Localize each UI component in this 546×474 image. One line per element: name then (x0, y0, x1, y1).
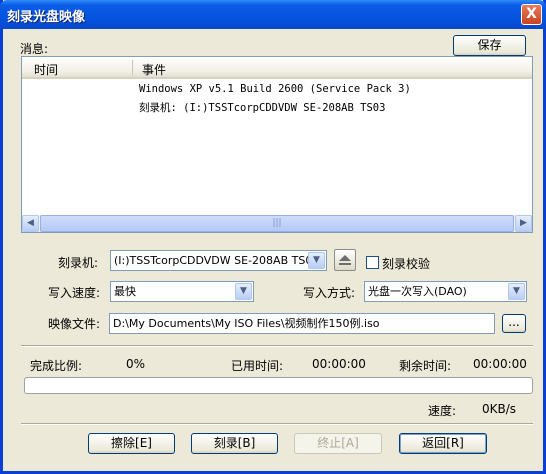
scroll-left-icon[interactable]: ◀ (22, 215, 39, 232)
separator (21, 423, 533, 425)
remaining-value: 00:00:00 (473, 357, 527, 371)
burn-image-dialog: 刻录光盘映像 X 消息: 保存 时间 事件 Windows XP v5.1 Bu… (0, 0, 546, 474)
speed-select[interactable]: 最快 ▼ (110, 281, 254, 302)
recorder-select[interactable]: (I:)TSSTcorpCDDVDW SE-208AB TS03 ▼ (110, 250, 327, 271)
recorder-label: 刻录机: (58, 256, 99, 270)
remaining-label: 剩余时间: (399, 359, 452, 373)
speed-value: 最快 (114, 285, 136, 298)
column-divider[interactable] (132, 60, 133, 75)
write-mode-label: 写入方式: (303, 286, 356, 300)
close-button[interactable]: X (521, 4, 542, 25)
log-header: 时间 事件 (22, 57, 532, 79)
speed-label: 写入速度: (48, 286, 101, 300)
separator (21, 345, 533, 347)
column-event[interactable]: 事件 (142, 61, 166, 78)
chevron-down-icon[interactable]: ▼ (235, 283, 252, 300)
eject-icon (339, 255, 351, 265)
chevron-down-icon[interactable]: ▼ (508, 283, 525, 300)
browse-button[interactable]: ... (502, 314, 526, 333)
scroll-right-icon[interactable]: ▶ (515, 215, 532, 232)
image-file-field[interactable]: D:\My Documents\My ISO Files\视频制作150例.is… (109, 313, 495, 334)
write-mode-value: 光盘一次写入(DAO) (368, 285, 467, 298)
save-button[interactable]: 保存 (453, 35, 526, 56)
speed-status-value: 0KB/s (482, 402, 517, 416)
chevron-down-icon[interactable]: ▼ (308, 252, 325, 269)
elapsed-label: 已用时间: (231, 359, 284, 373)
complete-value: 0% (126, 357, 146, 371)
messages-label: 消息: (20, 42, 49, 56)
erase-button[interactable]: 擦除[E] (88, 433, 175, 454)
log-line: Windows XP v5.1 Build 2600 (Service Pack… (139, 83, 411, 95)
abort-button[interactable]: 终止[A] (294, 433, 382, 454)
scroll-thumb[interactable]: ||| (40, 215, 514, 232)
eject-button[interactable] (334, 249, 356, 271)
recorder-value: (I:)TSSTcorpCDDVDW SE-208AB TS03 (114, 254, 320, 267)
window-title: 刻录光盘映像 (7, 10, 86, 25)
column-time[interactable]: 时间 (34, 61, 58, 78)
close-icon: X (526, 6, 537, 22)
verify-label[interactable]: 刻录校验 (382, 255, 430, 272)
complete-label: 完成比例: (30, 359, 83, 373)
verify-checkbox[interactable] (366, 256, 379, 269)
burn-progress-bar (24, 377, 533, 394)
image-file-label: 映像文件: (48, 317, 101, 331)
message-log[interactable]: 时间 事件 Windows XP v5.1 Build 2600 (Servic… (21, 56, 533, 233)
log-line: 刻录机: (I:)TSSTcorpCDDVDW SE-208AB TS03 (139, 102, 386, 114)
horizontal-scrollbar[interactable]: ◀ ||| ▶ (22, 215, 532, 232)
back-button[interactable]: 返回[R] (399, 433, 487, 454)
write-mode-select[interactable]: 光盘一次写入(DAO) ▼ (364, 281, 527, 302)
title-bar[interactable]: 刻录光盘映像 X (0, 0, 546, 29)
burn-button[interactable]: 刻录[B] (191, 433, 278, 454)
elapsed-value: 00:00:00 (312, 357, 366, 371)
speed-status-label: 速度: (428, 404, 457, 418)
